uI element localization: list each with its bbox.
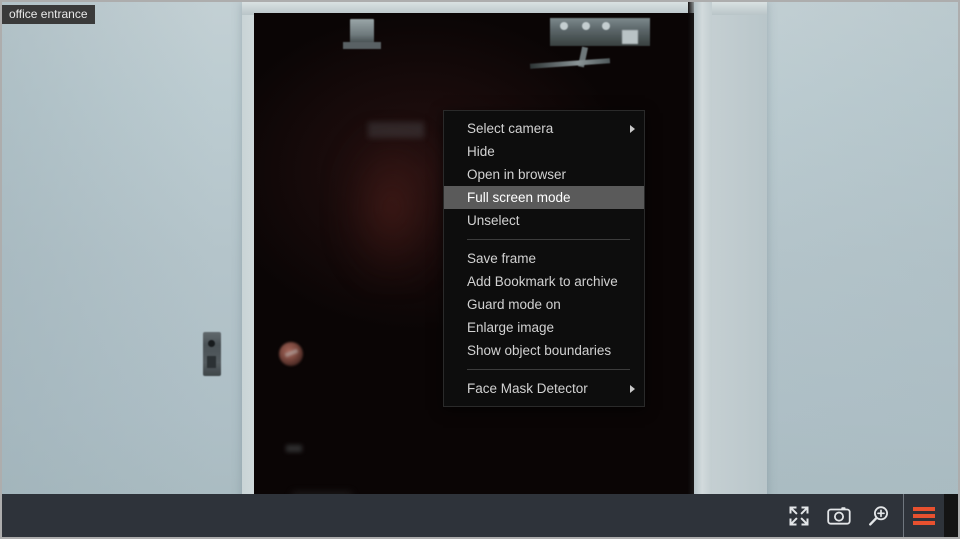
menu-item-enlarge-image[interactable]: Enlarge image [444, 316, 644, 339]
door-jamb [694, 2, 712, 537]
chevron-right-icon [630, 124, 635, 133]
menu-item-hide[interactable]: Hide [444, 140, 644, 163]
menu-item-label: Enlarge image [467, 320, 555, 335]
video-surveillance-window: office entrance Select camera Hide Open … [0, 0, 960, 539]
fullscreen-expand-icon [789, 506, 809, 525]
menu-item-label: Select camera [467, 121, 554, 136]
menu-item-show-object-boundaries[interactable]: Show object boundaries [444, 339, 644, 362]
camera-name-label: office entrance [2, 5, 95, 24]
camera-icon [827, 506, 851, 525]
menu-item-open-in-browser[interactable]: Open in browser [444, 163, 644, 186]
menu-item-unselect[interactable]: Unselect [444, 209, 644, 232]
menu-button[interactable] [904, 494, 944, 537]
door-closer-bolt [560, 22, 568, 30]
toolbar-endcap [944, 494, 958, 537]
snapshot-button[interactable] [819, 494, 859, 537]
door-surface-mark [286, 445, 302, 452]
card-reader-led-icon [208, 340, 215, 347]
door-reflection [332, 122, 452, 292]
hamburger-bar [913, 506, 935, 511]
door-reflection-highlight [368, 122, 424, 138]
menu-separator [467, 239, 630, 240]
menu-item-add-bookmark-to-archive[interactable]: Add Bookmark to archive [444, 270, 644, 293]
menu-item-label: Save frame [467, 251, 537, 266]
door-hinge-base [343, 42, 381, 49]
menu-item-label: Unselect [467, 213, 520, 228]
menu-separator [467, 369, 630, 370]
video-toolbar [2, 494, 958, 537]
door-closer-bolt [602, 22, 610, 30]
menu-item-label: Hide [467, 144, 495, 159]
menu-item-select-camera[interactable]: Select camera [444, 117, 644, 140]
menu-item-save-frame[interactable]: Save frame [444, 247, 644, 270]
fullscreen-button[interactable] [779, 494, 819, 537]
door-closer-plate [622, 30, 638, 44]
context-menu[interactable]: Select camera Hide Open in browser Full … [443, 110, 645, 407]
menu-item-label: Face Mask Detector [467, 381, 588, 396]
hamburger-bar [913, 513, 935, 518]
door-closer-bolt [582, 22, 590, 30]
menu-item-label: Guard mode on [467, 297, 561, 312]
menu-item-guard-mode-on[interactable]: Guard mode on [444, 293, 644, 316]
hamburger-bar [913, 520, 935, 525]
chevron-right-icon [630, 384, 635, 393]
wall-card-reader [203, 332, 221, 376]
card-reader-slot [207, 356, 216, 368]
zoom-in-button[interactable] [859, 494, 899, 537]
magnifier-plus-icon [869, 505, 888, 526]
menu-item-face-mask-detector[interactable]: Face Mask Detector [444, 377, 644, 400]
menu-item-label: Full screen mode [467, 190, 571, 205]
menu-item-label: Show object boundaries [467, 343, 612, 358]
menu-item-label: Open in browser [467, 167, 567, 182]
menu-item-full-screen-mode[interactable]: Full screen mode [444, 186, 644, 209]
menu-item-label: Add Bookmark to archive [467, 274, 618, 289]
wall-left-shading [2, 2, 252, 537]
hamburger-menu-icon [913, 504, 935, 528]
